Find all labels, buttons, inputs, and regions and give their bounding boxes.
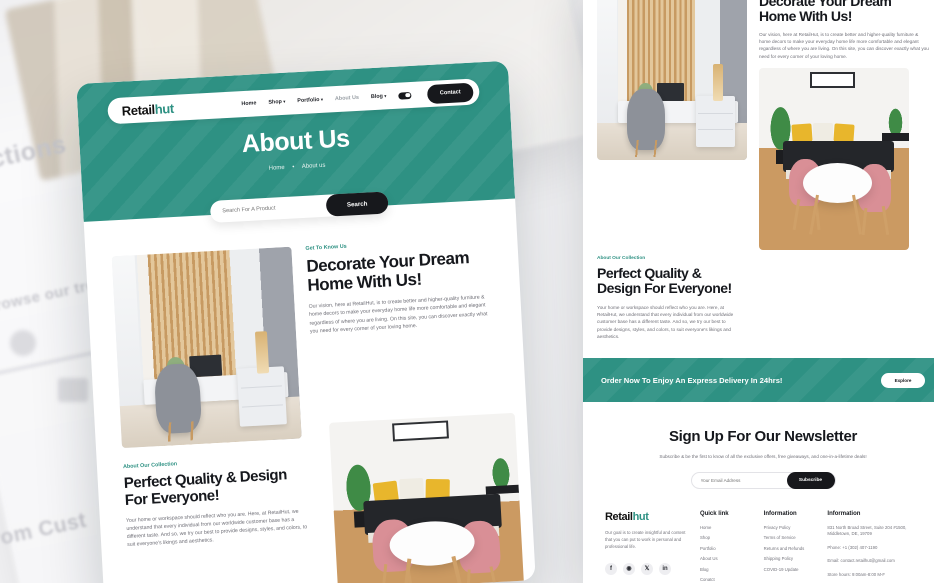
- footer-logo[interactable]: Retailhut: [605, 511, 690, 523]
- nav-label: About Us: [334, 94, 360, 103]
- footer: Retailhut Our goal is to create insightf…: [583, 489, 934, 583]
- contact-button[interactable]: Contact: [426, 82, 474, 104]
- dark-mode-toggle[interactable]: [398, 91, 412, 100]
- collection-eyebrow: About Our Collection: [597, 255, 646, 261]
- footer-tagline: Our goal is to create insightful and con…: [605, 529, 686, 549]
- nav-label: Shop: [268, 98, 283, 106]
- footer-link-covid-update[interactable]: COVID-19 Update: [764, 567, 818, 572]
- footer-link-shop[interactable]: Shop: [700, 535, 754, 540]
- backdrop-thumb: [58, 378, 88, 402]
- chevron-down-icon: ▾: [283, 98, 286, 104]
- footer-link-home[interactable]: Home: [700, 525, 754, 530]
- desk-workspace-photo: [111, 246, 302, 449]
- footer-information-column: Information Privacy Policy Terms of Serv…: [764, 511, 818, 583]
- footer-link-portfolio[interactable]: Portfolio: [700, 546, 754, 551]
- footer-contact-title: Information: [827, 510, 861, 517]
- newsletter-heading: Sign Up For Our Newsletter: [668, 428, 858, 446]
- footer-quicklink-column: Quick link Home Shop Portfolio About Us …: [700, 511, 754, 583]
- about-page-mockup-tilted[interactable]: Retailhut Home Shop▾ Portfolio▾ About Us…: [76, 60, 536, 583]
- know-us-heading: Decorate Your Dream Home With Us!: [305, 248, 470, 295]
- footer-information-title: Information: [763, 510, 797, 517]
- backdrop-thumb: [10, 330, 36, 356]
- nav-item-blog[interactable]: Blog▾: [371, 93, 387, 100]
- nav-label: Blog: [370, 93, 384, 101]
- newsletter-subtext: Subscribe & be the first to know of all …: [659, 454, 867, 460]
- twitter-icon[interactable]: 𝕏: [641, 562, 653, 575]
- collection-heading: Perfect Quality & Design For Everyone!: [597, 264, 732, 297]
- dining-room-photo: [328, 412, 526, 583]
- about-page-mockup-right[interactable]: Decorate Your Dream Home With Us! Our vi…: [583, 0, 934, 583]
- chevron-down-icon: ▾: [320, 96, 324, 102]
- collection-body: Your home or workspace should reflect wh…: [597, 304, 734, 339]
- know-us-heading: Decorate Your Dream Home With Us!: [759, 0, 892, 25]
- navbar: Retailhut Home Shop▾ Portfolio▾ About Us…: [107, 78, 480, 125]
- know-us-body: Our vision, here at RetailHut, is to cre…: [759, 31, 929, 59]
- footer-link-shipping-policy[interactable]: Shipping Policy: [764, 556, 818, 561]
- nav-item-about-us[interactable]: About Us: [335, 95, 359, 102]
- breadcrumb-separator: •: [292, 164, 295, 171]
- email-field[interactable]: [700, 477, 787, 483]
- nav-item-portfolio[interactable]: Portfolio▾: [297, 97, 323, 104]
- newsletter-section: Sign Up For Our Newsletter Subscribe & b…: [583, 402, 934, 489]
- search-button[interactable]: Search: [325, 191, 389, 217]
- search-input[interactable]: [222, 202, 327, 215]
- footer-brand: Retailhut Our goal is to create insightf…: [605, 511, 690, 583]
- collection-text: About Our Collection Perfect Quality & D…: [123, 454, 313, 549]
- footer-link-returns-and-refunds[interactable]: Returns and Refunds: [764, 546, 818, 551]
- footer-address: 831 North Broad Street, Suite 204 #1500,…: [827, 524, 907, 537]
- cta-banner: Order Now To Enjoy An Express Delivery I…: [583, 358, 934, 403]
- instagram-icon[interactable]: ◉: [623, 562, 635, 575]
- footer-phone: Phone: +1 (302) 407-1190: [827, 544, 878, 550]
- nav-item-shop[interactable]: Shop▾: [268, 99, 285, 106]
- top-section: Decorate Your Dream Home With Us! Our vi…: [583, 0, 934, 250]
- know-us-text: Decorate Your Dream Home With Us! Our vi…: [759, 0, 929, 250]
- logo-first: Retail: [121, 101, 156, 119]
- dining-room-photo: [759, 67, 909, 250]
- linkedin-icon[interactable]: in: [659, 562, 671, 575]
- cta-text: Order Now To Enjoy An Express Delivery I…: [601, 375, 783, 385]
- logo-second: hut: [154, 100, 175, 117]
- nav-label: Home: [241, 100, 257, 108]
- know-us-text: Get To Know Us Decorate Your Dream Home …: [305, 236, 501, 438]
- logo-second: hut: [632, 510, 649, 523]
- hero-banner: Retailhut Home Shop▾ Portfolio▾ About Us…: [76, 60, 516, 223]
- desk-workspace-photo: [597, 0, 747, 160]
- breadcrumb-home[interactable]: Home: [269, 165, 285, 172]
- facebook-icon[interactable]: f: [605, 562, 617, 575]
- breadcrumb-current: About us: [301, 162, 326, 170]
- footer-store-hours: Store hours: 9:00am-8:00 M-F: [827, 571, 885, 577]
- nav-label: Portfolio: [297, 96, 320, 105]
- footer-quicklink-title: Quick link: [699, 510, 729, 517]
- social-links: f ◉ 𝕏 in: [605, 562, 690, 575]
- chevron-down-icon: ▾: [384, 93, 387, 99]
- footer-link-privacy-policy[interactable]: Privacy Policy: [764, 525, 818, 530]
- footer-contact-column: Information 831 North Broad Street, Suit…: [827, 511, 921, 583]
- logo-first: Retail: [605, 510, 633, 523]
- footer-link-contact[interactable]: Conatct: [700, 577, 754, 582]
- collection-body: Your home or workspace should reflect wh…: [125, 508, 308, 549]
- collection-text: About Our Collection Perfect Quality & D…: [583, 250, 755, 340]
- collection-heading: Perfect Quality & Design For Everyone!: [123, 466, 288, 509]
- nav-links: Home Shop▾ Portfolio▾ About Us Blog▾ Con…: [241, 82, 474, 114]
- know-us-body: Our vision, here at RetailHut, is to cre…: [308, 294, 488, 335]
- footer-link-about-us[interactable]: About Us: [700, 556, 754, 561]
- subscribe-button[interactable]: Subscribe: [786, 471, 835, 489]
- footer-email: Email: contact.retailhut@gmail.com: [827, 558, 895, 564]
- nav-item-home[interactable]: Home: [241, 100, 256, 107]
- logo[interactable]: Retailhut: [121, 100, 174, 118]
- explore-button[interactable]: Explore: [881, 372, 925, 388]
- footer-link-blog[interactable]: Blog: [700, 567, 754, 572]
- subscribe-form[interactable]: Subscribe: [690, 471, 836, 489]
- footer-link-terms-of-service[interactable]: Terms of Service: [764, 535, 818, 540]
